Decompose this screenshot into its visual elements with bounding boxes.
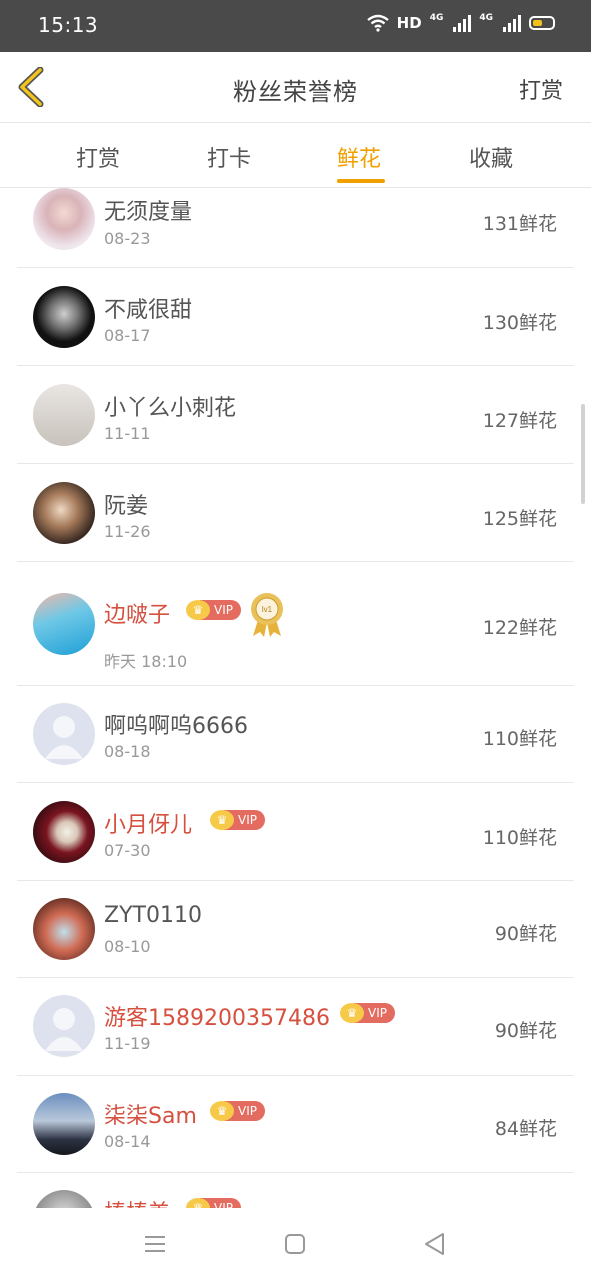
signal-icon-1 <box>453 14 472 32</box>
user-date: 11-19 <box>104 1034 151 1053</box>
flower-count: 90鲜花 <box>494 1020 557 1042</box>
page-title: 粉丝荣誉榜 <box>233 78 358 106</box>
list-item[interactable]: 阮姜 11-26 125鲜花 <box>0 464 591 562</box>
fan-ranking-list: 无须度量 08-23 131鲜花 不咸很甜 08-17 130鲜花 小丫么小刺花… <box>0 188 591 1208</box>
avatar[interactable] <box>33 801 95 863</box>
list-item[interactable]: 小月伢儿 ♛ VIP 07-30 110鲜花 <box>0 783 591 881</box>
medal-level-text: lv1 <box>262 605 273 614</box>
network-label-2: 4G <box>479 13 493 23</box>
tab-bar: 打赏 打卡 鲜花 收藏 <box>0 123 591 188</box>
list-item[interactable]: 边啵子 ♛ VIP lv1 昨天 18:10 122鲜花 <box>0 562 591 686</box>
signal-icon-2 <box>503 14 521 32</box>
vip-badge: ♛ VIP <box>186 1198 241 1208</box>
scrollbar[interactable] <box>581 404 585 504</box>
flower-count: 130鲜花 <box>482 312 557 334</box>
user-date: 08-17 <box>104 326 151 345</box>
crown-icon: ♛ <box>340 1003 364 1023</box>
crown-icon: ♛ <box>186 600 210 620</box>
avatar[interactable] <box>33 1093 95 1155</box>
avatar[interactable] <box>33 384 95 446</box>
avatar[interactable] <box>33 593 95 655</box>
flower-count: 90鲜花 <box>494 923 557 945</box>
flower-count: 127鲜花 <box>482 410 557 432</box>
status-time: 15:13 <box>38 13 99 37</box>
back-triangle-icon[interactable] <box>421 1230 449 1258</box>
user-date: 11-26 <box>104 522 151 541</box>
status-bar: 15:13 HD 4G 4G <box>0 0 591 52</box>
reward-button[interactable]: 打赏 <box>519 73 563 105</box>
wifi-icon <box>366 14 389 32</box>
tab-checkin[interactable]: 打卡 <box>207 141 251 173</box>
user-date: 08-23 <box>104 229 151 248</box>
list-item[interactable]: ZYT0110 08-10 90鲜花 <box>0 881 591 978</box>
user-date: 08-18 <box>104 742 151 761</box>
avatar[interactable] <box>33 286 95 348</box>
avatar[interactable] <box>33 482 95 544</box>
user-name: 无须度量 <box>104 200 193 225</box>
avatar[interactable] <box>33 995 95 1057</box>
crown-icon: ♛ <box>210 1101 234 1121</box>
list-item[interactable]: 小丫么小刺花 11-11 127鲜花 <box>0 366 591 464</box>
avatar[interactable] <box>33 188 95 250</box>
list-item[interactable]: 啊呜啊呜6666 08-18 110鲜花 <box>0 686 591 783</box>
menu-icon[interactable] <box>141 1230 169 1258</box>
crown-icon: ♛ <box>210 810 234 830</box>
home-square-icon[interactable] <box>281 1230 309 1258</box>
flower-count: 84鲜花 <box>494 1118 557 1140</box>
default-avatar-icon <box>45 716 83 759</box>
user-name: 游客1589200357486 <box>104 1006 330 1031</box>
flower-count: 122鲜花 <box>482 617 557 639</box>
level-medal-icon: lv1 <box>251 593 283 637</box>
tab-favorites[interactable]: 收藏 <box>469 141 513 173</box>
user-date: 08-10 <box>104 937 151 956</box>
list-item[interactable]: 柒柒Sam ♛ VIP 08-14 84鲜花 <box>0 1076 591 1173</box>
list-item[interactable]: 不咸很甜 08-17 130鲜花 <box>0 268 591 366</box>
user-name: 棒棒美 <box>104 1195 170 1208</box>
battery-icon <box>529 16 555 30</box>
tab-flowers[interactable]: 鲜花 <box>337 141 381 173</box>
user-name: 小月伢儿 <box>104 813 193 838</box>
active-tab-indicator <box>337 179 385 183</box>
list-item[interactable]: 游客1589200357486 ♛ VIP 11-19 90鲜花 <box>0 978 591 1076</box>
flower-count: 110鲜花 <box>482 827 557 849</box>
flower-count: 131鲜花 <box>482 213 557 235</box>
user-name: ZYT0110 <box>104 903 202 928</box>
status-icons: HD 4G 4G <box>366 13 555 32</box>
tab-reward[interactable]: 打赏 <box>76 141 120 173</box>
flower-count: 110鲜花 <box>482 728 557 750</box>
user-name: 小丫么小刺花 <box>104 396 237 421</box>
flower-count: 125鲜花 <box>482 508 557 530</box>
vip-badge: ♛ VIP <box>340 1003 395 1023</box>
user-date: 昨天 18:10 <box>104 652 188 671</box>
user-name: 边啵子 <box>104 603 171 628</box>
hd-label: HD <box>396 14 422 32</box>
top-app-bar: 粉丝荣誉榜 打赏 <box>0 52 591 123</box>
system-nav-bar <box>0 1208 591 1280</box>
user-name: 不咸很甜 <box>104 298 193 323</box>
user-name: 啊呜啊呜6666 <box>104 714 248 739</box>
default-avatar-icon <box>45 1008 83 1051</box>
avatar[interactable] <box>33 1190 95 1208</box>
avatar[interactable] <box>33 703 95 765</box>
user-name: 阮姜 <box>104 494 149 519</box>
user-date: 07-30 <box>104 841 151 860</box>
network-label-1: 4G <box>429 13 444 23</box>
list-item[interactable]: 棒棒美 ♛ VIP <box>0 1173 591 1208</box>
list-item[interactable]: 无须度量 08-23 131鲜花 <box>0 188 591 268</box>
vip-badge: ♛ VIP <box>210 1101 265 1121</box>
user-date: 08-14 <box>104 1132 151 1151</box>
vip-badge: ♛ VIP <box>186 600 241 620</box>
vip-badge: ♛ VIP <box>210 810 265 830</box>
user-name: 柒柒Sam <box>104 1104 197 1129</box>
user-date: 11-11 <box>104 424 151 443</box>
avatar[interactable] <box>33 898 95 960</box>
